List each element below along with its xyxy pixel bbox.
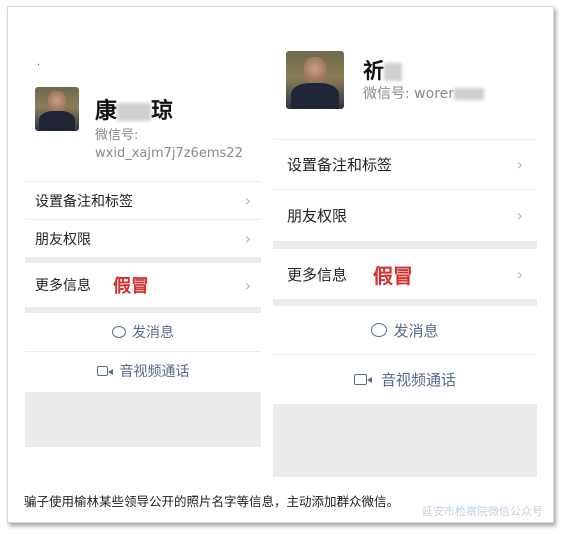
section-gap [273,299,537,306]
avatar[interactable] [286,51,344,109]
video-call-button[interactable]: 音视频通话 [25,351,261,389]
chevron-right-icon: › [244,191,251,210]
send-message-button[interactable]: 发消息 [25,313,261,351]
right-profile-panel: 祈 微信号: worer 设置备注和标签 › 朋友权限 › 更多信息 假冒 › … [273,47,537,477]
wechat-id-mosaic [454,88,485,100]
wechat-id-block: 微信号: worer [363,85,485,103]
nickname-visible: 康 [95,99,118,124]
video-camera-icon [96,365,113,376]
chat-bubble-icon [371,323,388,337]
fake-annotation: 假冒 [113,276,149,297]
send-message-label: 发消息 [132,325,174,341]
wechat-id-block: 微信号: wxid_xajm7j7z6ems22 [95,127,243,163]
menu-label: 朋友权限 [287,207,348,225]
left-profile-panel: . 康琼 微信号: wxid_xajm7j7z6ems22 设置备注和标签 › … [25,47,261,447]
chevron-right-icon: › [244,275,251,295]
wechat-id-label: 微信号: [363,86,410,102]
menu-label: 设置备注和标签 [287,156,393,174]
nickname-mosaic [117,103,152,121]
menu-label: 更多信息 [287,265,348,284]
wechat-id: worer [414,86,455,102]
video-camera-icon [353,374,372,385]
chevron-right-icon: › [244,229,251,248]
chevron-right-icon: › [516,206,523,225]
send-message-button[interactable]: 发消息 [273,306,537,354]
menu-label: 设置备注和标签 [35,193,133,210]
menu-remark-tags[interactable]: 设置备注和标签 › [273,139,537,189]
wechat-id: wxid_xajm7j7z6ems22 [95,146,243,161]
menu-friend-permissions[interactable]: 朋友权限 › [273,189,537,241]
menu-remark-tags[interactable]: 设置备注和标签 › [25,181,261,219]
chevron-right-icon: › [516,155,523,174]
chevron-right-icon: › [516,264,523,284]
screenshot-frame: . 康琼 微信号: wxid_xajm7j7z6ems22 设置备注和标签 › … [7,6,554,523]
fake-annotation: 假冒 [373,263,414,288]
video-call-label: 音视频通话 [380,371,456,389]
menu-label: 朋友权限 [35,231,91,248]
empty-area [25,392,261,447]
send-message-label: 发消息 [393,321,439,340]
menu-label: 更多信息 [35,278,91,294]
chat-bubble-icon [112,326,126,338]
video-call-button[interactable]: 音视频通话 [273,354,537,404]
avatar[interactable] [35,87,79,131]
section-gap [273,241,537,249]
nickname-tail: 琼 [151,99,174,124]
nickname-visible: 祈 [363,59,384,83]
nickname: 康琼 [95,93,173,125]
menu-more-info[interactable]: 更多信息 假冒 › [273,249,537,299]
empty-area [273,404,537,477]
nickname: 祈 [363,55,402,85]
video-call-label: 音视频通话 [119,363,190,380]
wechat-id-label: 微信号: [95,128,139,143]
watermark: 延安市检察院微信公众号 [422,505,543,518]
nickname-mosaic [384,63,402,81]
caption: 骗子使用榆林某些领导公开的照片名字等信息，主动添加群众微信。 [24,494,400,509]
stray-dot: . [37,57,41,68]
menu-friend-permissions[interactable]: 朋友权限 › [25,219,261,257]
menu-more-info[interactable]: 更多信息 假冒 › [25,263,261,307]
